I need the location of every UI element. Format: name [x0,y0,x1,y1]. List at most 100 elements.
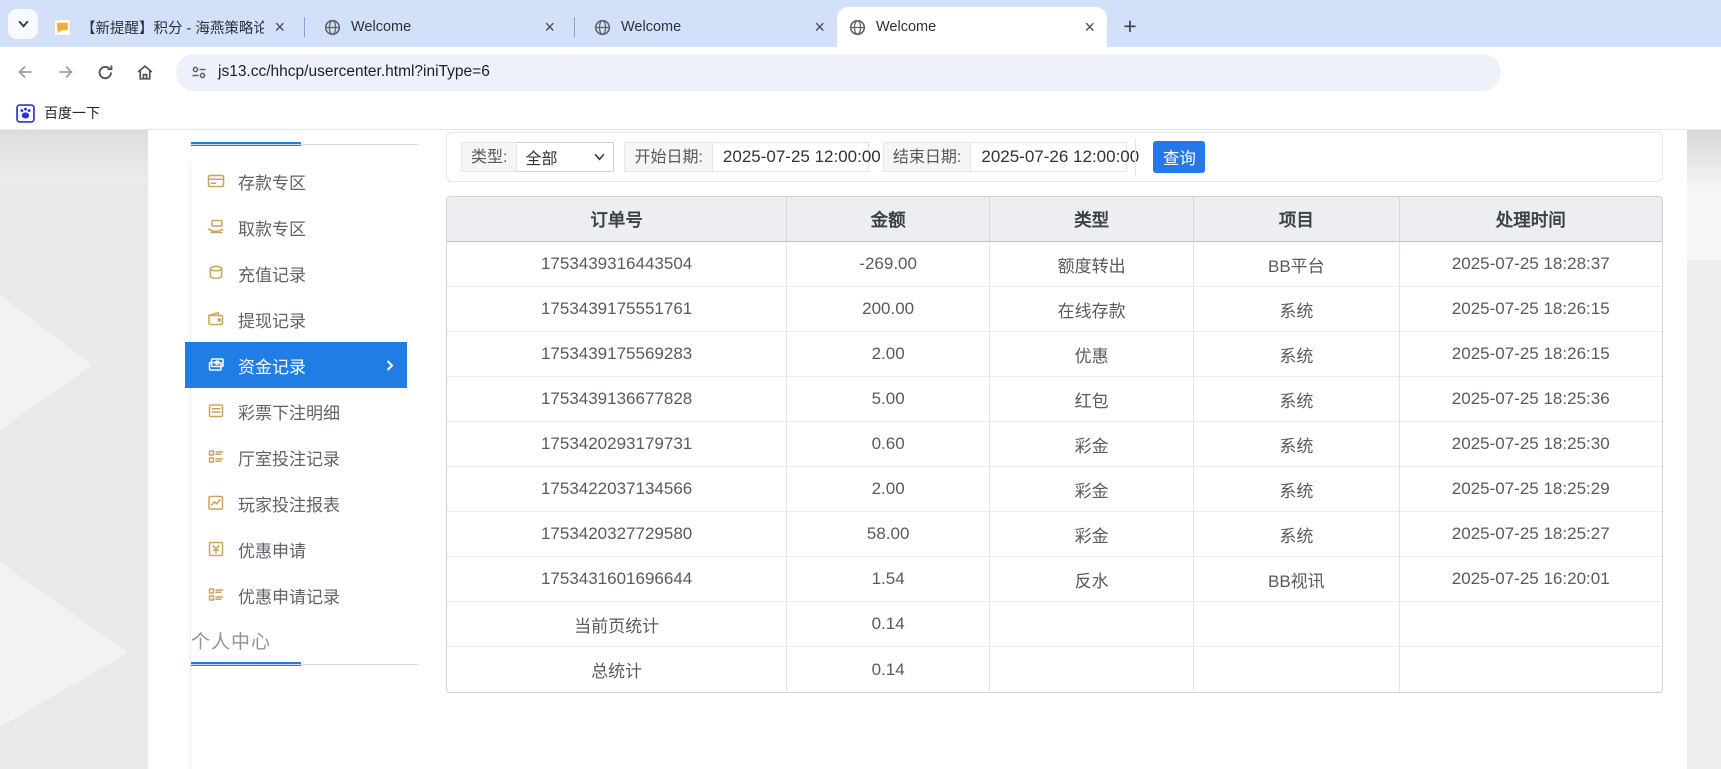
site-settings-icon [192,66,206,78]
type-select[interactable]: 全部 [517,142,615,172]
page-right-margin [1687,130,1721,769]
reload-button[interactable] [88,55,122,89]
sidebar-item-withdraw-hand[interactable]: 取款专区 [185,204,407,250]
filter-divider [1135,138,1137,176]
player-report-icon [207,494,225,512]
tab-search-button[interactable] [8,9,38,39]
watermark-triangle [0,295,92,430]
table-cell: 2025-07-25 18:25:30 [1399,422,1662,467]
table-header-row: 订单号 金额 类型 项目 处理时间 [447,197,1662,242]
table-cell: 彩金 [990,512,1195,557]
table-cell: 0.60 [787,422,991,467]
table-cell: 2025-07-25 18:28:37 [1399,242,1662,287]
browser-window: 【新提醒】积分 - 海燕策略论坛 × Welcome × Welcome × Welcome… [0,0,1721,769]
sidebar-section-title: 财务中心 [191,130,441,138]
table-cell: 总统计 [447,647,788,692]
sidebar-item-label: 提现记录 [238,311,306,331]
tabs-container: 【新提醒】积分 - 海燕策略论坛 × Welcome × Welcome × Welcome… [42,0,1107,47]
table-cell: 1753422037134566 [447,467,788,512]
table-cell: 彩金 [990,422,1195,467]
forum-favicon-icon [54,18,71,36]
url-bar[interactable]: js13.cc/hhcp/usercenter.html?iniType=6 [176,53,1501,91]
tab-title: Welcome [621,19,682,35]
table-cell: 1.54 [787,557,991,602]
table-cell [1194,647,1400,692]
table-cell: BB平台 [1194,242,1400,287]
tab-close-button[interactable]: × [270,18,289,36]
table-cell: 1753420293179731 [447,422,788,467]
sidebar-item-player-report[interactable]: 玩家投注报表 [185,480,407,526]
tab-close-button[interactable]: × [810,18,829,36]
table-cell: 0.14 [787,602,991,647]
sidebar-item-deposit-card[interactable]: 存款专区 [185,158,407,204]
sidebar-item-label: 取款专区 [238,219,306,239]
table-cell: BB视讯 [1194,557,1400,602]
table-cell [1399,602,1662,647]
back-arrow-icon [17,65,31,79]
table-cell: 1753420327729580 [447,512,788,557]
tab-3[interactable]: Welcome × [582,7,837,47]
table-cell [990,647,1195,692]
sidebar-item-lottery-detail[interactable]: 彩票下注明细 [185,388,407,434]
table-row: 1753422037134566 2.00 彩金 系统 2025-07-25 18:25… [447,467,1662,512]
tab-divider [574,17,575,37]
bookmark-label: 百度一下 [44,105,100,121]
section-underline [191,142,419,146]
column-header: 项目 [1194,197,1400,242]
home-button[interactable] [128,55,162,89]
table-cell: 系统 [1194,287,1400,332]
sidebar-item-funds-record[interactable]: 资金记录 [185,342,407,388]
sidebar-item-withdraw-record[interactable]: 提现记录 [185,296,407,342]
table-cell: 优惠 [990,332,1195,377]
forward-button[interactable] [48,55,82,89]
end-date-label: 结束日期: [882,142,972,172]
type-select-value: 全部 [525,151,558,168]
back-button[interactable] [8,55,42,89]
table-cell: 额度转出 [990,242,1195,287]
table-cell: 在线存款 [990,287,1195,332]
sidebar-item-label: 彩票下注明细 [238,403,340,423]
bookmark-baidu[interactable]: 百度一下 [16,101,100,125]
start-date-input[interactable]: 2025-07-25 12:00:00 [712,142,881,172]
sidebar-section-title: 个人中心 [191,632,272,653]
page-content: 财务中心存款专区取款专区充值记录提现记录资金记录彩票下注明细厅室投注记录玩家投注… [0,130,1721,769]
sidebar-item-hall-bet-record[interactable]: 厅室投注记录 [185,434,407,480]
table-cell: 0.14 [787,647,991,692]
sidebar-item-recharge-coin[interactable]: 充值记录 [185,250,407,296]
table-cell: 2025-07-25 18:26:15 [1399,332,1662,377]
withdraw-hand-icon [207,218,225,236]
sidebar-item-label: 玩家投注报表 [238,495,340,515]
tab-1[interactable]: 【新提醒】积分 - 海燕策略论坛 × [42,7,297,47]
column-header: 类型 [990,197,1195,242]
recharge-coin-icon [207,264,225,282]
funds-record-icon [207,356,225,374]
table-cell: 系统 [1194,377,1400,422]
tab-4[interactable]: Welcome × [837,7,1107,47]
table-cell: 系统 [1194,422,1400,467]
forward-arrow-icon [59,65,73,79]
table-cell: 系统 [1194,467,1400,512]
table-cell: 1753439175569283 [447,332,788,377]
search-button[interactable]: 查询 [1153,141,1206,173]
new-tab-button[interactable]: + [1115,9,1145,43]
chevron-down-icon [17,20,29,28]
table-cell: 1753439136677828 [447,377,788,422]
sidebar-item-promo-apply[interactable]: 优惠申请 [185,526,407,572]
baidu-paw-icon [16,103,35,123]
sidebar-item-promo-record[interactable]: 优惠申请记录 [185,572,407,618]
end-date-input[interactable]: 2025-07-26 12:00:00 [971,142,1139,172]
start-date-label: 开始日期: [624,142,713,172]
tab-close-button[interactable]: × [540,18,559,36]
table-cell [1194,602,1400,647]
summary-row: 总统计 0.14 [447,647,1662,692]
table-row: 1753439136677828 5.00 红包 系统 2025-07-25 18:25… [447,377,1662,422]
table-cell: 200.00 [787,287,991,332]
table-cell [990,602,1195,647]
table-cell: 2025-07-25 18:25:29 [1399,467,1662,512]
table-row: 1753439175551761 200.00 在线存款 系统 2025-07-25 1… [447,287,1662,332]
sidebar-item-label: 优惠申请记录 [238,587,340,607]
tab-2[interactable]: Welcome × [312,7,567,47]
withdraw-record-icon [207,310,225,328]
tab-title: Welcome [351,19,412,35]
tab-close-button[interactable]: × [1080,18,1099,36]
